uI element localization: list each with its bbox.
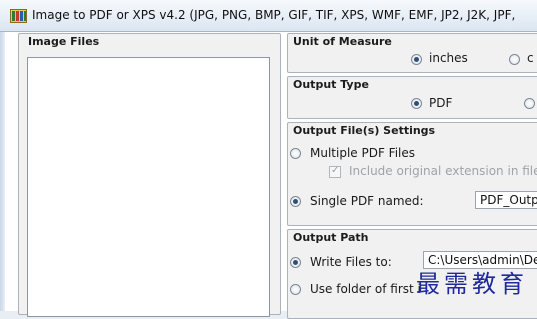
write-files-label[interactable]: Write Files to: [310, 255, 392, 269]
first-folder-label[interactable]: Use folder of first i [310, 282, 421, 296]
watermark-text: 最需教育 [416, 270, 528, 298]
multiple-pdf-label[interactable]: Multiple PDF Files [310, 146, 415, 160]
pdf-radio[interactable] [411, 98, 422, 109]
include-extension-label[interactable]: Include original extension in file n [349, 164, 537, 178]
unit-of-measure-title: Unit of Measure [293, 35, 392, 48]
check-icon: ✓ [331, 165, 340, 176]
include-extension-checkbox[interactable]: ✓ [329, 165, 341, 178]
output-path-title: Output Path [293, 231, 369, 244]
cm-radio[interactable] [509, 54, 520, 65]
output-type-title: Output Type [293, 78, 369, 91]
image-files-title: Image Files [28, 35, 100, 48]
inches-label[interactable]: inches [429, 51, 468, 65]
first-folder-radio[interactable] [290, 284, 301, 295]
pdf-label[interactable]: PDF [429, 96, 452, 110]
inches-radio[interactable] [411, 54, 422, 65]
multiple-pdf-radio[interactable] [290, 148, 301, 159]
single-pdf-label[interactable]: Single PDF named: [310, 194, 424, 208]
image-files-list[interactable] [27, 57, 270, 317]
write-files-radio[interactable] [290, 257, 301, 268]
window-left-border [0, 32, 5, 311]
title-bar[interactable]: Image to PDF or XPS v4.2 (JPG, PNG, BMP,… [0, 0, 537, 32]
single-pdf-name-input[interactable]: PDF_Outp [475, 191, 537, 209]
window-title: Image to PDF or XPS v4.2 (JPG, PNG, BMP,… [32, 8, 516, 22]
single-pdf-radio[interactable] [290, 196, 301, 207]
output-files-title: Output File(s) Settings [293, 124, 436, 137]
cm-label[interactable]: c [527, 51, 534, 65]
app-icon [10, 9, 27, 23]
xps-radio[interactable] [524, 98, 535, 109]
